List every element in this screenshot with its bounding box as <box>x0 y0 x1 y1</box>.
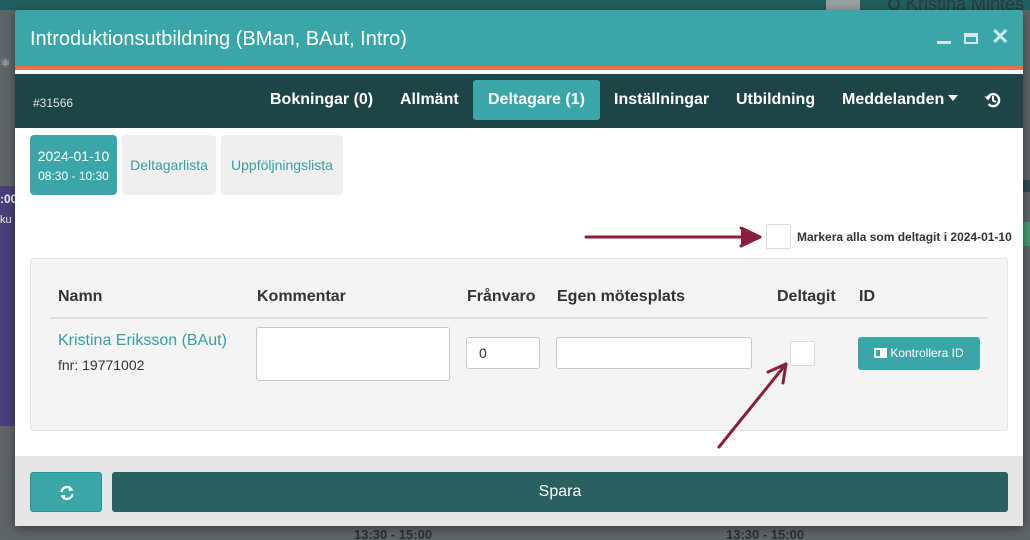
session-time: 08:30 - 10:30 <box>38 169 109 183</box>
header-absence: Frånvaro <box>467 288 536 305</box>
refresh-button[interactable] <box>30 472 102 512</box>
maximize-icon[interactable] <box>964 33 978 44</box>
mark-all-label: Markera alla som deltagit i 2024-01-10 <box>797 230 1012 244</box>
tab-participants[interactable]: Deltagare (1) <box>473 80 600 120</box>
modal-title: Introduktionsutbildning (BMan, BAut, Int… <box>30 28 407 50</box>
case-number: #31566 <box>33 96 74 110</box>
save-button[interactable]: Spara <box>112 472 1008 512</box>
attended-checkbox[interactable] <box>790 341 815 366</box>
background-left-icon: ⚛ <box>0 56 11 70</box>
header-id: ID <box>859 288 875 305</box>
header-meeting-place: Egen mötesplats <box>557 288 686 305</box>
verify-id-label: Kontrollera ID <box>890 346 964 360</box>
background-right-block <box>1022 180 1030 192</box>
tab-bookings[interactable]: Bokningar (0) <box>255 80 388 120</box>
tab-session-date[interactable]: 2024-01-10 08:30 - 10:30 <box>30 135 117 195</box>
background-time-slot-2: 13:30 - 15:00 <box>726 527 805 540</box>
session-date: 2024-01-10 <box>37 148 110 164</box>
mark-all-checkbox[interactable] <box>766 224 791 249</box>
tab-education[interactable]: Utbildning <box>721 80 830 120</box>
background-time-slot-1: 13:30 - 15:00 <box>354 527 433 540</box>
table-header-divider <box>50 317 988 319</box>
participant-name-link[interactable]: Kristina Eriksson (BAut) <box>58 332 227 350</box>
refresh-icon <box>60 485 74 501</box>
participant-fnr: fnr: 19771002 <box>58 357 145 373</box>
header-attended: Deltagit <box>777 288 836 305</box>
tab-followup-list[interactable]: Uppföljningslista <box>221 135 343 195</box>
user-icon <box>888 0 900 10</box>
history-icon[interactable] <box>983 90 1003 110</box>
comment-textarea[interactable] <box>256 327 450 381</box>
background-header <box>0 0 1030 10</box>
tab-settings[interactable]: Inställningar <box>599 80 724 120</box>
header-comment: Kommentar <box>257 288 346 305</box>
participants-list-label: Deltagarlista <box>130 157 208 173</box>
followup-list-label: Uppföljningslista <box>231 157 333 173</box>
meeting-place-input[interactable] <box>556 337 752 369</box>
background-event-label: ku <box>0 214 12 226</box>
verify-id-button[interactable]: Kontrollera ID <box>858 337 980 370</box>
background-right-event <box>1022 222 1030 246</box>
tab-messages-label: Meddelanden <box>842 91 945 108</box>
close-icon[interactable]: ✕ <box>991 26 1009 48</box>
header-name: Namn <box>58 288 103 305</box>
absence-input[interactable]: 0 <box>466 337 540 369</box>
id-card-icon <box>874 348 888 358</box>
modal-titlebar[interactable]: Introduktionsutbildning (BMan, BAut, Int… <box>15 10 1023 70</box>
tab-general[interactable]: Allmänt <box>385 80 474 120</box>
caret-down-icon <box>948 95 959 101</box>
modal-nav: #31566 Bokningar (0) Allmänt Deltagare (… <box>15 74 1023 128</box>
tab-participants-list[interactable]: Deltagarlista <box>122 135 216 195</box>
tab-messages[interactable]: Meddelanden <box>827 80 973 120</box>
minimize-icon[interactable] <box>937 30 951 44</box>
